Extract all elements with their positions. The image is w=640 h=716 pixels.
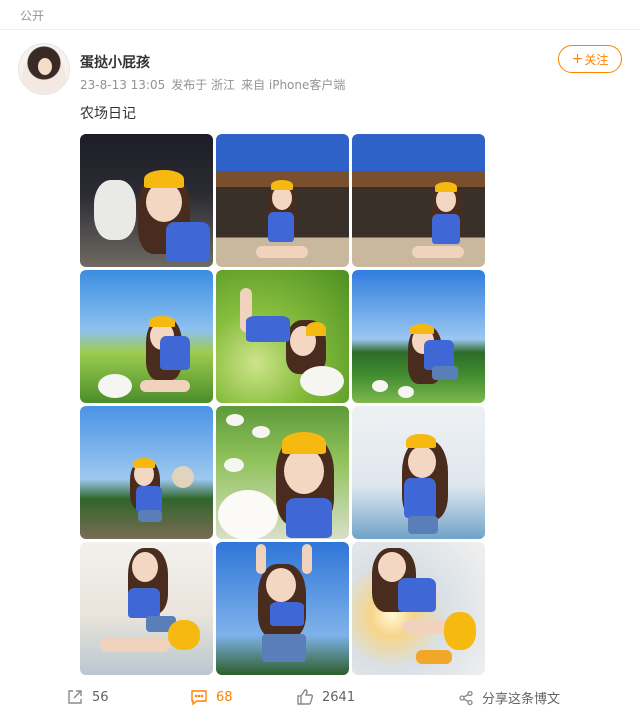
repost-count: 56 [92,689,109,705]
comment-count: 68 [216,689,233,705]
comment-button[interactable]: 68 [190,688,233,706]
share-button[interactable]: 分享这条博文 [458,688,560,707]
plus-icon: + [571,51,584,67]
follow-button[interactable]: + 关注 [558,45,622,73]
photo-7[interactable] [80,406,213,539]
photo-5[interactable] [216,270,349,403]
photo-8[interactable] [216,406,349,539]
photo-1[interactable] [80,134,213,267]
photo-grid [80,134,486,677]
avatar[interactable] [18,43,70,95]
post-text: 农场日记 [80,106,136,122]
photo-2[interactable] [216,134,349,267]
share-label: 分享这条博文 [482,692,561,707]
photo-3[interactable] [352,134,485,267]
like-icon [297,689,314,705]
like-button[interactable]: 2641 [296,688,355,706]
action-bar: 56 68 2641 分享这条博文 [0,680,640,716]
post-meta: 23-8-13 13:05 发布于 浙江 来自 iPhone客户端 [80,76,345,93]
post-time[interactable]: 23-8-13 13:05 [80,78,165,92]
visibility-label: 公开 [20,9,45,23]
photo-10[interactable] [80,542,213,675]
username[interactable]: 蛋挞小屁孩 [80,52,150,72]
post-location: 发布于 浙江 [171,78,236,92]
post-source: 来自 iPhone客户端 [241,78,346,92]
photo-4[interactable] [80,270,213,403]
share-icon [459,690,473,705]
repost-icon [68,690,82,704]
photo-12[interactable] [352,542,485,675]
photo-11[interactable] [216,542,349,675]
photo-6[interactable] [352,270,485,403]
follow-label: 关注 [584,52,609,67]
comment-icon [191,690,207,706]
visibility-bar: 公开 [0,0,640,30]
photo-9[interactable] [352,406,485,539]
like-count: 2641 [322,689,356,705]
repost-button[interactable]: 56 [66,688,109,706]
